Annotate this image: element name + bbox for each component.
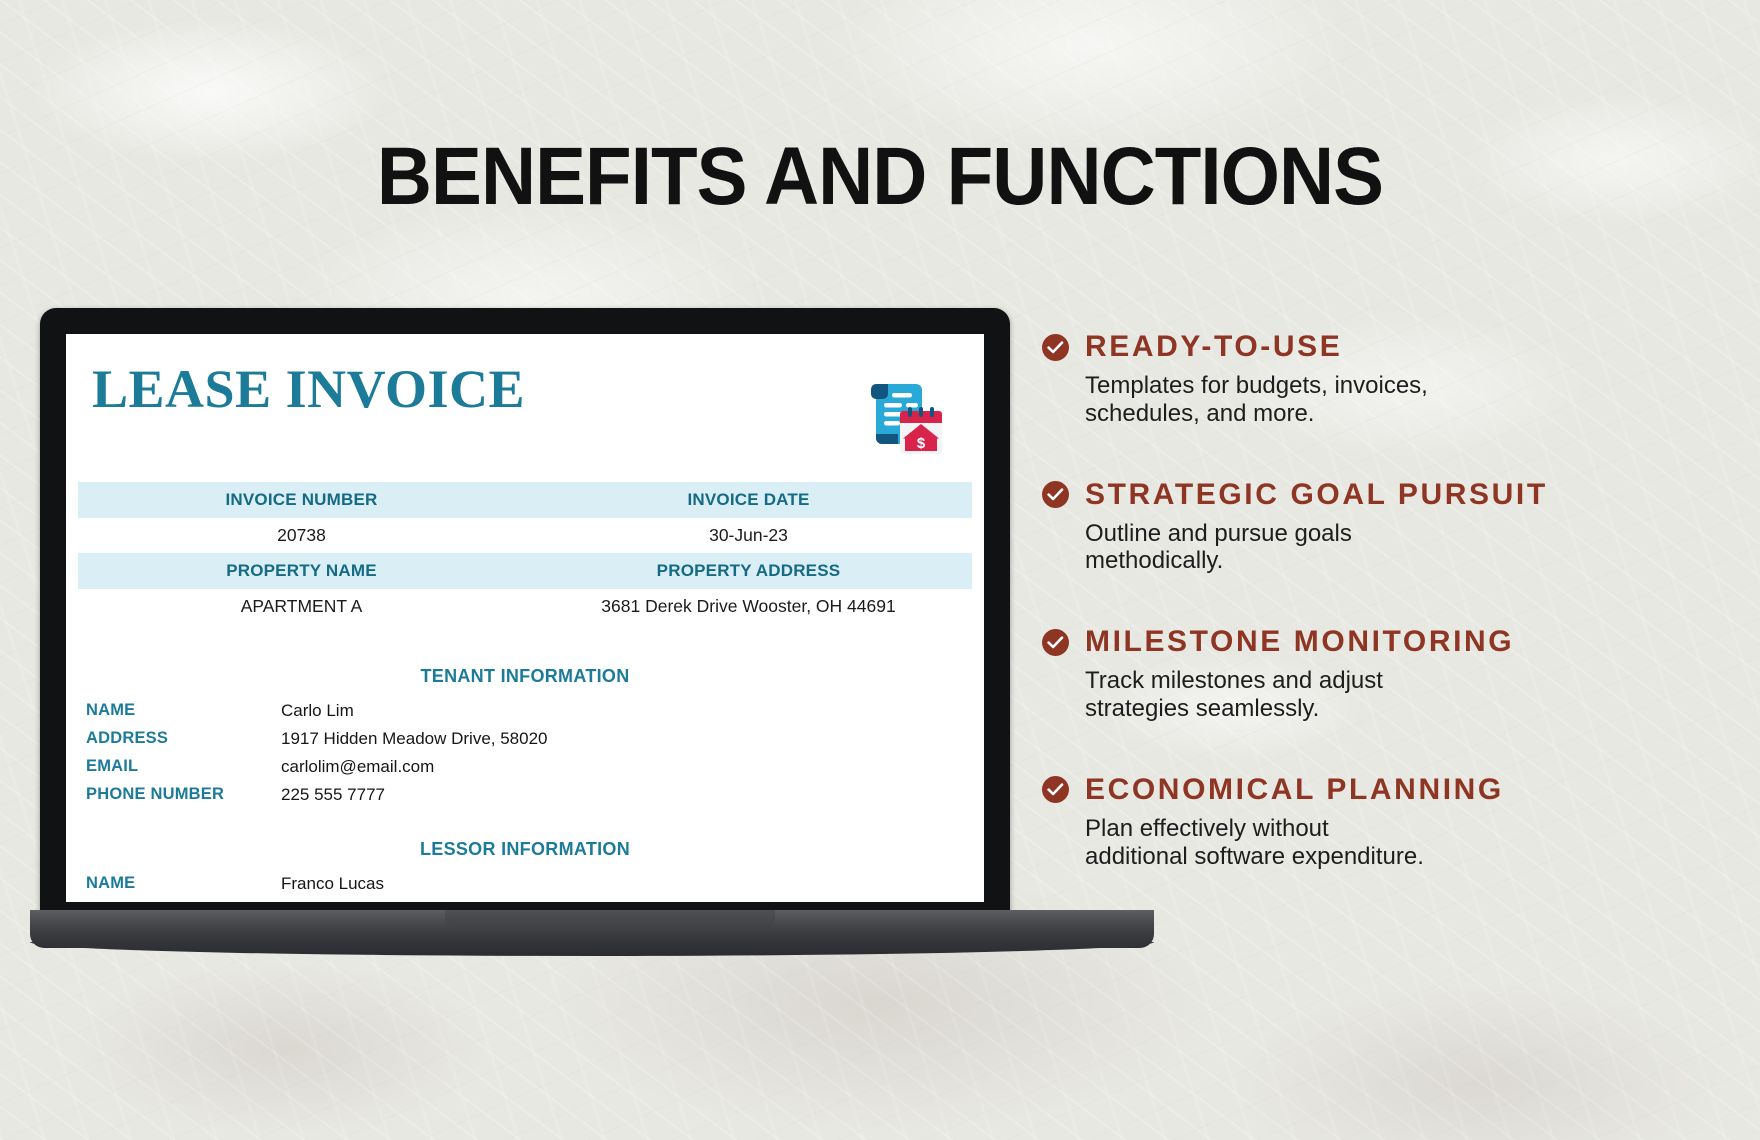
laptop-base (30, 910, 1154, 956)
tenant-email-value: carlolim@email.com (281, 757, 435, 776)
tenant-address-label: ADDRESS (86, 729, 169, 747)
lease-invoice-document: LEASE INVOICE $ INVOICE NUMBER INVOICE D… (66, 334, 984, 902)
benefit-item-ready-to-use: READY-TO-USE Templates for budgets, invo… (1042, 330, 1702, 428)
benefit-title: READY-TO-USE (1085, 330, 1343, 363)
table-row: APARTMENT A 3681 Derek Drive Wooster, OH… (78, 589, 972, 624)
tenant-address-row: ADDRESS 1917 Hidden Meadow Drive, 58020 (78, 725, 972, 753)
tenant-phone-row: PHONE NUMBER 225 555 7777 (78, 781, 972, 809)
lessor-information-heading: LESSOR INFORMATION (419, 839, 631, 859)
table-header-row: PROPERTY NAME PROPERTY ADDRESS (78, 553, 972, 589)
benefits-list: READY-TO-USE Templates for budgets, invo… (1042, 330, 1702, 871)
table-header-row: INVOICE NUMBER INVOICE DATE (78, 482, 972, 518)
benefit-description: Outline and pursue goals methodically. (1085, 519, 1352, 575)
tenant-email-label: EMAIL (86, 757, 139, 775)
cell-invoice-number: 20738 (277, 525, 326, 545)
benefit-description: Templates for budgets, invoices, schedule… (1085, 372, 1428, 427)
invoice-meta-table: INVOICE NUMBER INVOICE DATE 20738 30-Jun… (78, 482, 972, 624)
benefit-heading: READY-TO-USE (1042, 330, 1702, 364)
laptop-lid: LEASE INVOICE $ INVOICE NUMBER INVOICE D… (40, 308, 1010, 938)
table-row: 20738 30-Jun-23 (78, 518, 972, 553)
benefit-item-strategic-goal-pursuit: STRATEGIC GOAL PURSUIT Outline and pursu… (1042, 478, 1702, 576)
benefit-heading: MILESTONE MONITORING (1042, 625, 1702, 659)
benefit-item-economical-planning: ECONOMICAL PLANNING Plan effectively wit… (1042, 773, 1702, 871)
lessor-name-value: Franco Lucas (281, 874, 384, 893)
cell-invoice-date: 30-Jun-23 (709, 525, 788, 545)
check-circle-icon (1042, 481, 1069, 509)
benefit-heading: ECONOMICAL PLANNING (1042, 773, 1702, 807)
page-title: BENEFITS AND FUNCTIONS (376, 131, 1384, 222)
invoice-header: LEASE INVOICE $ (78, 334, 972, 460)
check-circle-icon (1042, 333, 1069, 361)
header-invoice-number: INVOICE NUMBER (78, 482, 525, 518)
cell-property-name: APARTMENT A (240, 596, 363, 616)
header-invoice-date: INVOICE DATE (525, 482, 972, 518)
benefit-title: ECONOMICAL PLANNING (1085, 772, 1504, 806)
tenant-name-label: NAME (86, 701, 136, 719)
benefit-heading: STRATEGIC GOAL PURSUIT (1042, 478, 1702, 512)
benefit-description: Track milestones and adjust strategies se… (1085, 667, 1383, 723)
benefit-item-milestone-monitoring: MILESTONE MONITORING Track milestones an… (1042, 625, 1702, 723)
benefit-title: MILESTONE MONITORING (1085, 625, 1515, 659)
tenant-information-heading: TENANT INFORMATION (420, 666, 630, 686)
tenant-phone-value: 225 555 7777 (281, 785, 385, 804)
svg-text:$: $ (917, 435, 926, 452)
header-property-address: PROPERTY ADDRESS (525, 553, 972, 589)
check-circle-icon (1042, 776, 1069, 804)
tenant-name-value: Carlo Lim (281, 701, 354, 720)
benefit-title: STRATEGIC GOAL PURSUIT (1085, 477, 1548, 511)
benefit-description: Plan effectively without additional softw… (1085, 814, 1424, 870)
tenant-address-value: 1917 Hidden Meadow Drive, 58020 (281, 729, 548, 748)
lessor-name-row: NAME Franco Lucas (78, 870, 972, 898)
tenant-email-row: EMAIL carlolim@email.com (78, 753, 972, 781)
header-property-name: PROPERTY NAME (78, 553, 525, 589)
tenant-phone-label: PHONE NUMBER (86, 785, 225, 803)
tenant-name-row: NAME Carlo Lim (78, 697, 972, 725)
check-circle-icon (1042, 628, 1069, 656)
laptop-trackpad-notch (445, 910, 775, 927)
cell-property-address: 3681 Derek Drive Wooster, OH 44691 (601, 596, 896, 616)
lessor-address-row: ADDRESS 3841 Hardman Road White River Ju… (78, 898, 972, 902)
lessor-name-label: NAME (86, 874, 136, 892)
laptop-mockup: LEASE INVOICE $ INVOICE NUMBER INVOICE D… (30, 308, 1154, 956)
invoice-calendar-house-icon: $ (856, 368, 948, 460)
laptop-screen: LEASE INVOICE $ INVOICE NUMBER INVOICE D… (66, 334, 984, 902)
invoice-title: LEASE INVOICE (92, 359, 526, 419)
